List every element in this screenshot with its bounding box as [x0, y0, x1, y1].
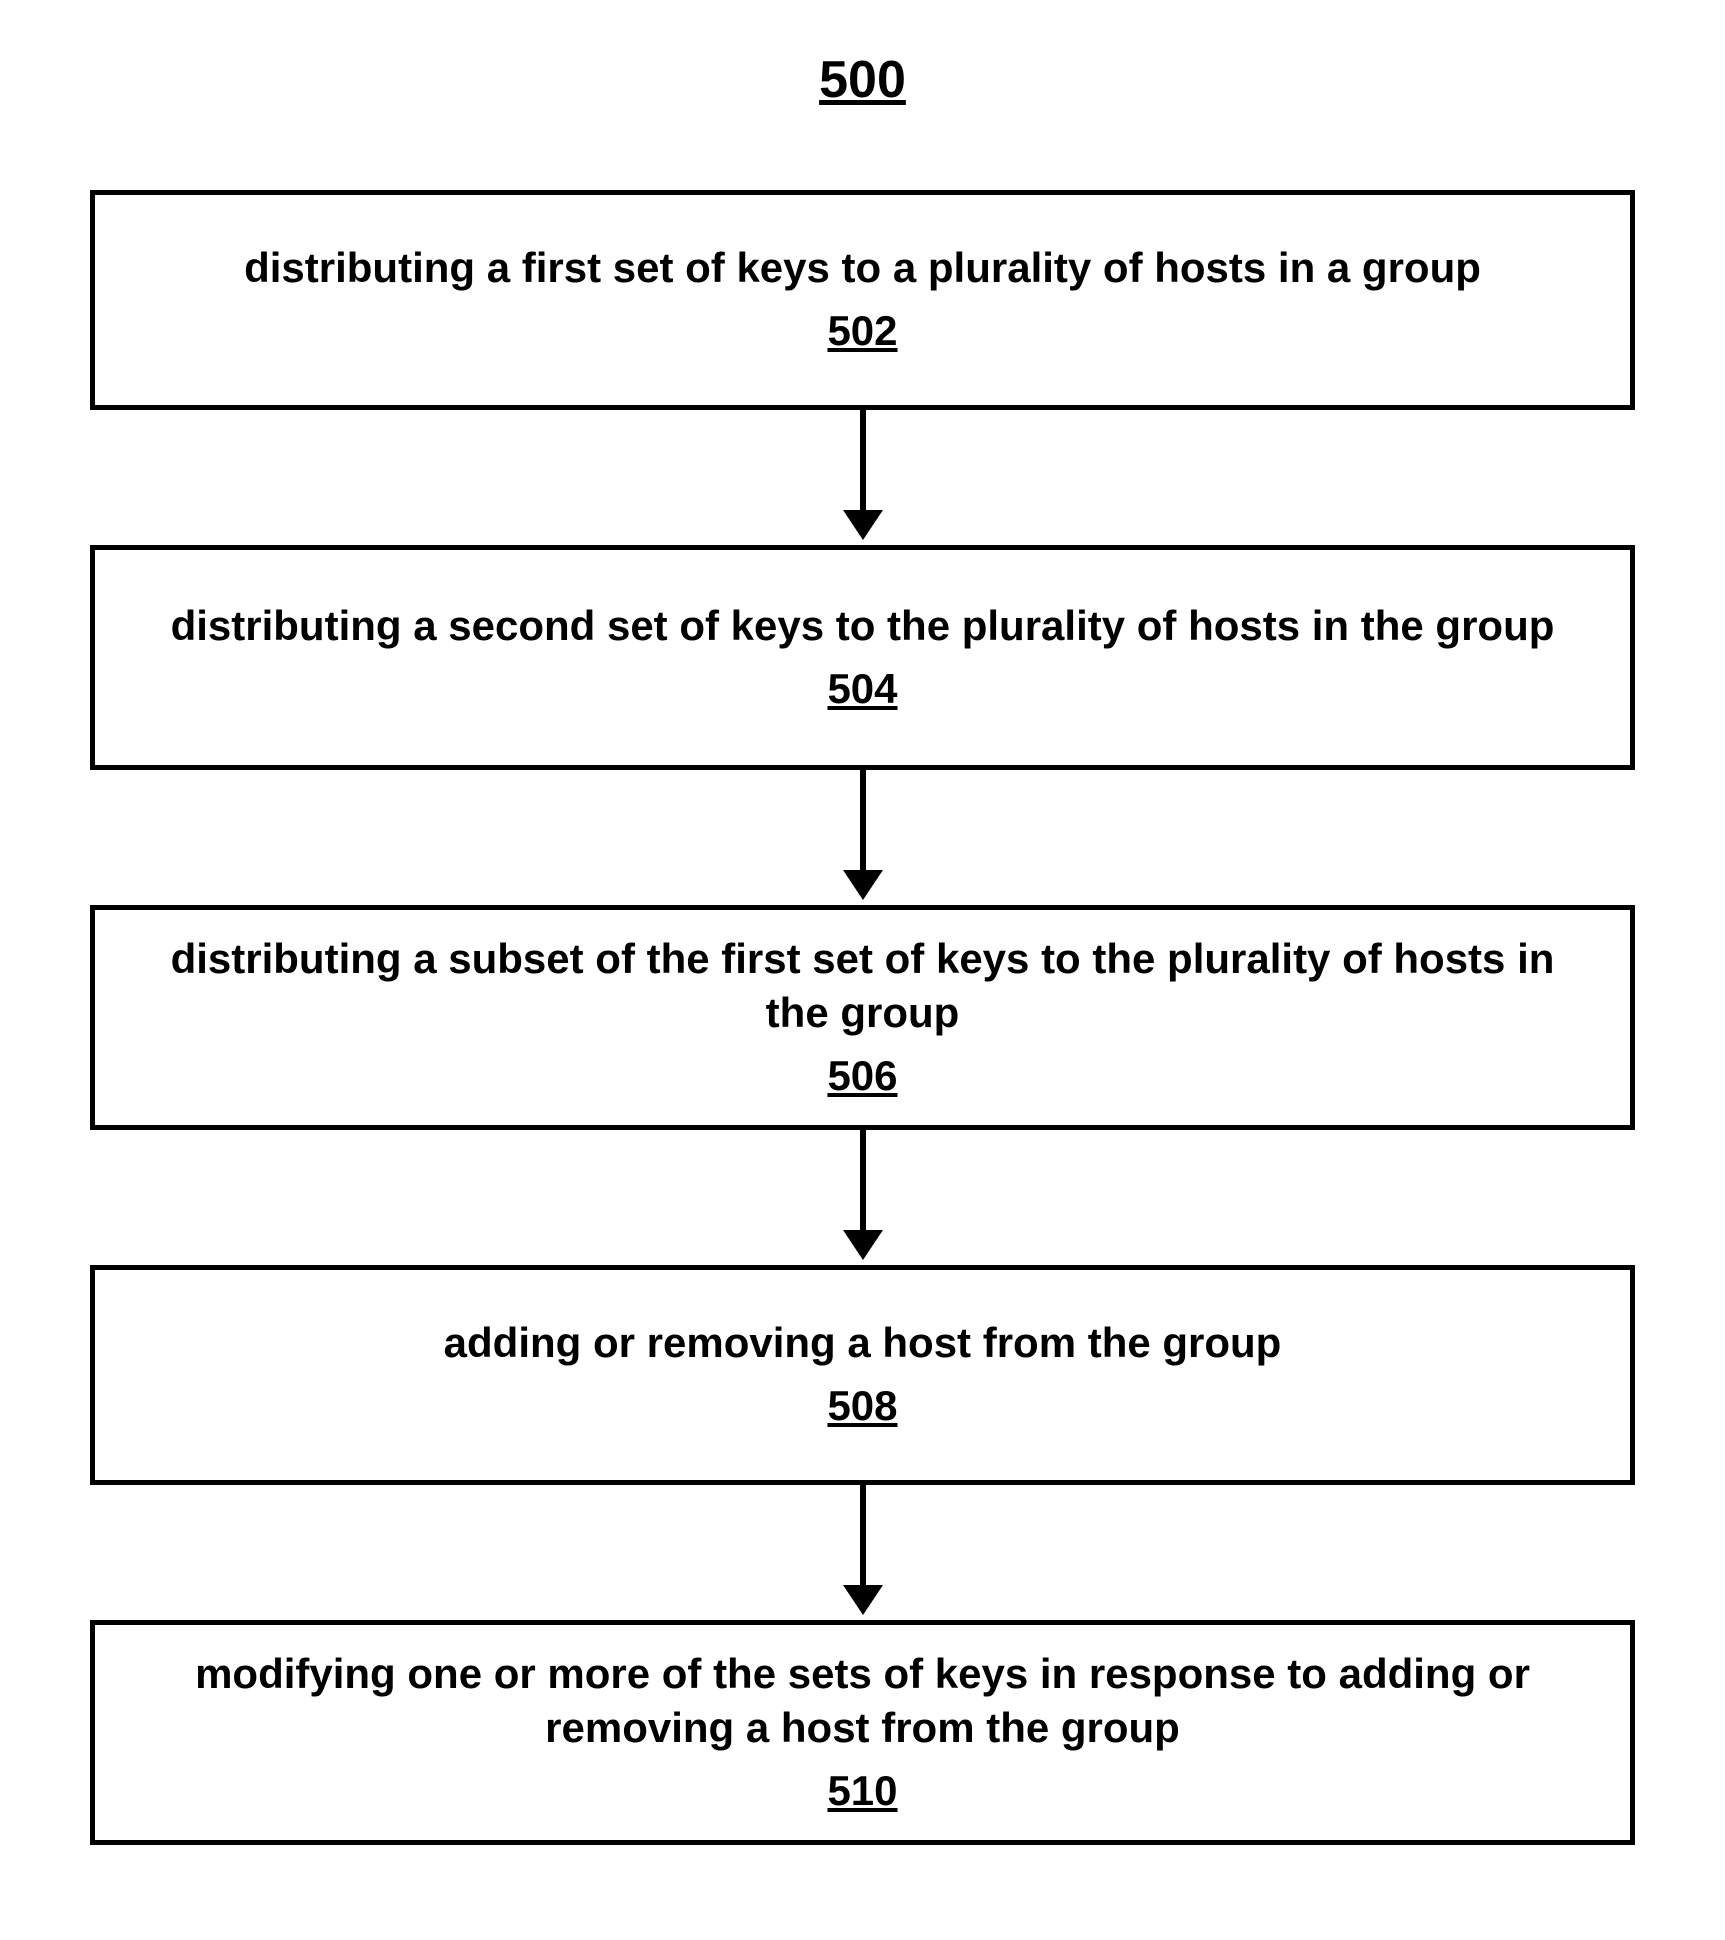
flow-step-502: distributing a first set of keys to a pl…	[90, 190, 1635, 410]
flow-step-508: adding or removing a host from the group…	[90, 1265, 1635, 1485]
step-number: 506	[827, 1049, 897, 1104]
step-text: distributing a first set of keys to a pl…	[244, 241, 1481, 296]
arrow-icon	[843, 770, 883, 900]
flow-step-504: distributing a second set of keys to the…	[90, 545, 1635, 770]
arrow-icon	[843, 1485, 883, 1615]
step-number: 510	[827, 1764, 897, 1819]
flow-step-510: modifying one or more of the sets of key…	[90, 1620, 1635, 1845]
arrow-icon	[843, 410, 883, 540]
step-number: 504	[827, 662, 897, 717]
step-number: 502	[827, 304, 897, 359]
step-number: 508	[827, 1379, 897, 1434]
arrow-icon	[843, 1130, 883, 1260]
step-text: modifying one or more of the sets of key…	[135, 1647, 1590, 1756]
step-text: distributing a subset of the first set o…	[135, 932, 1590, 1041]
step-text: distributing a second set of keys to the…	[171, 599, 1555, 654]
flow-step-506: distributing a subset of the first set o…	[90, 905, 1635, 1130]
step-text: adding or removing a host from the group	[444, 1316, 1282, 1371]
diagram-title: 500	[0, 50, 1725, 110]
